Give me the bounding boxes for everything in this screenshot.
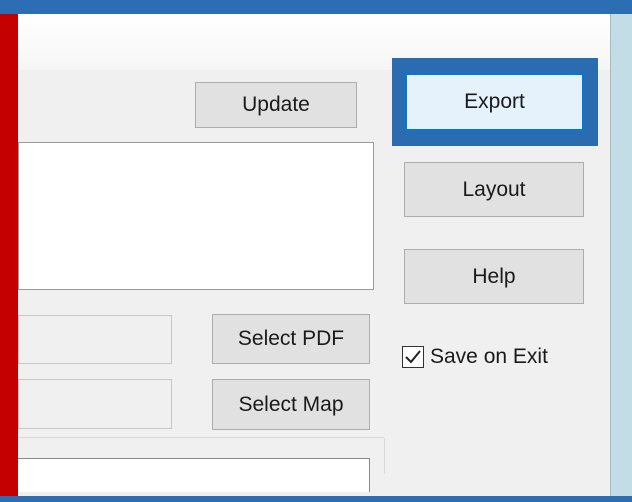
pdf-path-field[interactable] — [18, 315, 172, 364]
top-blue-border — [0, 0, 632, 14]
checkbox-box[interactable] — [402, 346, 424, 368]
update-button[interactable]: Update — [195, 82, 357, 128]
left-red-border — [0, 0, 18, 502]
export-button-label: Export — [464, 90, 525, 113]
group-box-right-edge — [384, 438, 385, 474]
notes-textarea[interactable] — [18, 142, 374, 290]
select-map-button[interactable]: Select Map — [212, 379, 370, 430]
select-map-button-label: Select Map — [238, 392, 344, 416]
help-button[interactable]: Help — [404, 249, 584, 304]
layout-button[interactable]: Layout — [404, 162, 584, 217]
help-button-label: Help — [472, 264, 516, 288]
bottom-input-field[interactable] — [18, 458, 370, 492]
right-background-panel — [610, 14, 632, 496]
map-path-field[interactable] — [18, 379, 172, 429]
bottom-blue-border — [0, 496, 632, 502]
save-on-exit-checkbox[interactable]: Save on Exit — [402, 345, 548, 369]
group-box-top-edge — [18, 437, 384, 438]
export-button[interactable]: Export — [405, 73, 584, 131]
select-pdf-button[interactable]: Select PDF — [212, 314, 370, 364]
checkmark-icon — [405, 350, 421, 364]
select-pdf-button-label: Select PDF — [237, 327, 345, 350]
save-on-exit-label: Save on Exit — [430, 345, 548, 368]
layout-button-label: Layout — [462, 177, 526, 201]
update-button-label: Update — [242, 93, 310, 116]
